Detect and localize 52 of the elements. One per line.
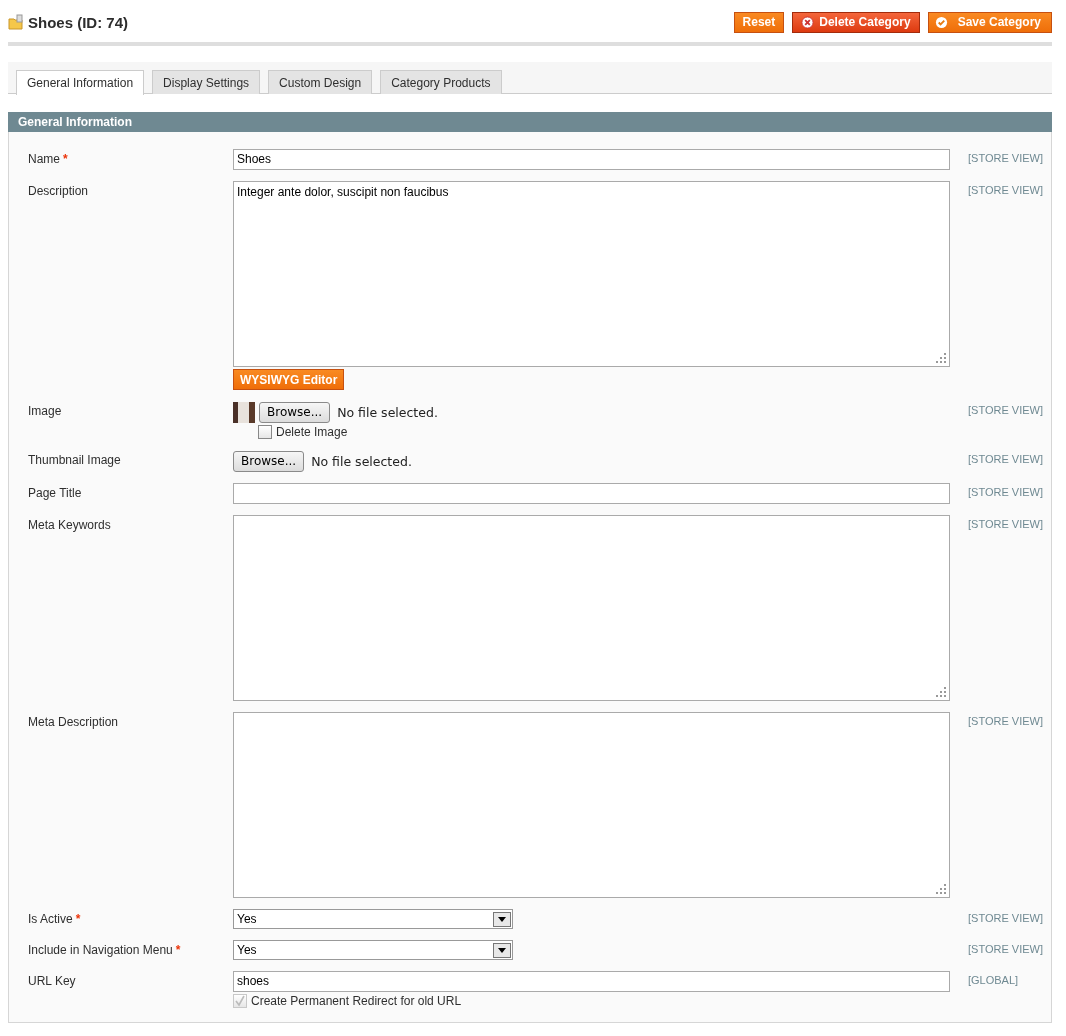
scope-label: [STORE VIEW] <box>968 912 1043 924</box>
field-label: URL Key <box>28 974 76 988</box>
text-area[interactable]: Integer ante dolor, suscipit non faucibus <box>233 181 950 367</box>
text-field[interactable]: shoes <box>233 971 950 992</box>
browse-button[interactable]: Browse... <box>259 401 331 423</box>
scope-label: [STORE VIEW] <box>968 152 1043 164</box>
field-label: Description <box>28 184 89 198</box>
field-label: Meta Description <box>28 715 119 729</box>
checkbox[interactable] <box>258 425 272 439</box>
file-status: No file selected. <box>311 453 412 469</box>
select-field[interactable]: Yes <box>233 940 513 960</box>
browse-button[interactable]: Browse... <box>233 450 305 472</box>
image-thumbnail <box>233 401 255 423</box>
resize-grip-icon <box>935 883 947 895</box>
page-title: Shoes (ID: 74) <box>28 13 129 31</box>
scope-label: [STORE VIEW] <box>968 715 1043 727</box>
tab[interactable]: Display Settings <box>152 70 261 94</box>
field-label: Include in Navigation Menu <box>28 943 173 957</box>
folder-icon <box>8 14 24 30</box>
text-field[interactable]: Shoes <box>233 149 950 170</box>
tab[interactable]: Category Products <box>380 70 502 94</box>
required-mark: * <box>75 912 81 926</box>
field-label: Image <box>28 404 62 418</box>
cancel-icon <box>801 15 815 29</box>
resize-grip-icon <box>935 352 947 364</box>
tab[interactable]: Custom Design <box>268 70 373 94</box>
tab[interactable]: General Information <box>16 70 145 95</box>
required-mark: * <box>175 943 181 957</box>
checkbox-label: Delete Image <box>276 425 348 439</box>
scope-label: [GLOBAL] <box>968 974 1019 986</box>
field-label: Meta Keywords <box>28 518 111 532</box>
scope-label: [STORE VIEW] <box>968 184 1043 196</box>
scope-label: [STORE VIEW] <box>968 943 1043 955</box>
field-label: Thumbnail Image <box>28 453 121 467</box>
scope-label: [STORE VIEW] <box>968 453 1043 465</box>
scope-label: [STORE VIEW] <box>968 486 1043 498</box>
field-label: Name <box>28 152 60 166</box>
text-field[interactable] <box>233 483 950 504</box>
resize-grip-icon <box>935 686 947 698</box>
check-icon <box>934 15 948 29</box>
file-status: No file selected. <box>337 404 438 420</box>
checkbox-label: Create Permanent Redirect for old URL <box>251 994 462 1008</box>
action-button[interactable]: Delete Category <box>792 11 920 33</box>
field-label: Is Active <box>28 912 73 926</box>
text-area[interactable] <box>233 712 950 898</box>
scope-label: [STORE VIEW] <box>968 518 1043 530</box>
select-field[interactable]: Yes <box>233 909 513 929</box>
scope-label: [STORE VIEW] <box>968 404 1043 416</box>
required-mark: * <box>63 152 68 166</box>
section-header: General Information <box>8 112 1052 132</box>
text-area[interactable] <box>233 515 950 701</box>
field-label: Page Title <box>28 486 82 500</box>
